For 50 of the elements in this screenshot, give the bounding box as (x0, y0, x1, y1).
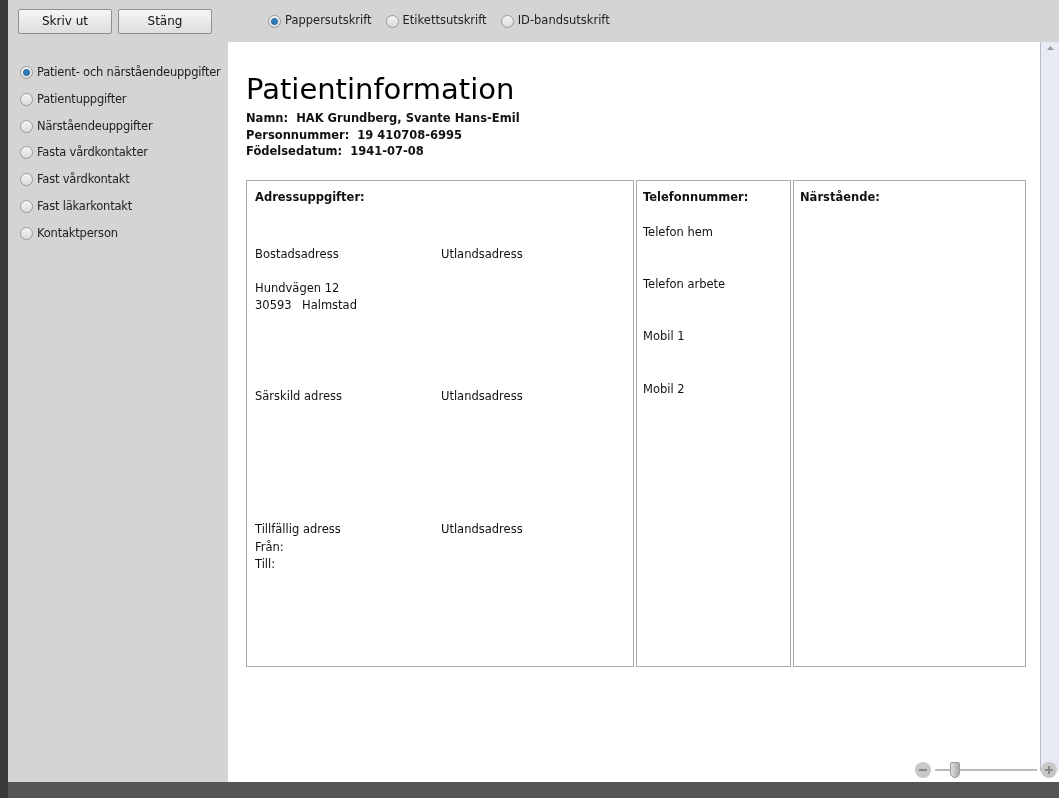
address-label: Bostadsadress (255, 245, 340, 263)
city: Halmstad (302, 297, 357, 314)
address-label: Utlandsadress (441, 388, 523, 405)
section-option: Patient- och närståendeuppgifter (37, 64, 221, 82)
radio-button[interactable] (20, 199, 33, 213)
toolbar-button[interactable]: Stäng (118, 8, 212, 34)
phone-label: Telefon hem (643, 223, 714, 241)
radio-button[interactable] (20, 146, 33, 160)
radio-button[interactable] (500, 14, 514, 28)
panel-heading: Telefonnummer: (643, 188, 750, 206)
phone-label: Telefon arbete (643, 276, 727, 293)
radio-button[interactable] (20, 226, 33, 240)
panel-heading: Adressuppgifter: (255, 188, 366, 206)
radio-label: Etikettsutskrift (402, 12, 487, 30)
scroll-up-icon[interactable] (1046, 46, 1054, 50)
radio-button[interactable] (20, 119, 33, 133)
address-label: Utlandsadress (441, 245, 523, 263)
radio-button[interactable] (385, 14, 399, 28)
phone-label: Mobil 1 (643, 328, 686, 346)
panel-heading: Närstående: (800, 188, 881, 206)
section-option: Fast läkarkontakt (37, 197, 133, 215)
address-line: Hundvägen 12 (255, 280, 341, 297)
section-option: Patientuppgifter (37, 90, 127, 108)
address-line: Till: (255, 555, 277, 573)
postcode: 30593 (255, 297, 293, 314)
patient-field: Födelsedatum: 1941-07-08 (246, 143, 1040, 160)
document-title: Patientinformation (246, 71, 516, 108)
radio-button[interactable] (20, 66, 33, 80)
patient-field: Namn: HAK Grundberg, Svante Hans-Emil (246, 110, 1040, 127)
radio-button[interactable] (20, 173, 33, 187)
phone-label: Mobil 2 (643, 380, 686, 398)
section-option: Fasta vårdkontakter (37, 144, 148, 162)
radio-button[interactable] (20, 92, 33, 106)
address-line: Från: (255, 538, 285, 556)
zoom-out-icon[interactable] (915, 762, 931, 778)
zoom-in-icon[interactable] (1041, 762, 1057, 778)
address-label: Utlandsadress (441, 521, 523, 539)
slider-thumb[interactable] (950, 762, 961, 778)
zoom-slider[interactable] (935, 762, 1037, 778)
address-label: Särskild adress (255, 388, 343, 405)
section-option: Fast vårdkontakt (37, 171, 130, 189)
address-label: Tillfällig adress (255, 521, 342, 539)
section-option: Kontaktperson (37, 224, 118, 242)
toolbar-button[interactable]: Skriv ut (18, 8, 112, 34)
section-option: Närståendeuppgifter (37, 117, 153, 135)
scrollbar[interactable] (1040, 42, 1059, 771)
patient-field: Personnummer: 19 410708-6995 (246, 126, 1040, 143)
radio-button[interactable] (268, 14, 281, 28)
radio-label: Pappersutskrift (285, 12, 372, 30)
radio-label: ID-bandsutskrift (517, 12, 610, 30)
